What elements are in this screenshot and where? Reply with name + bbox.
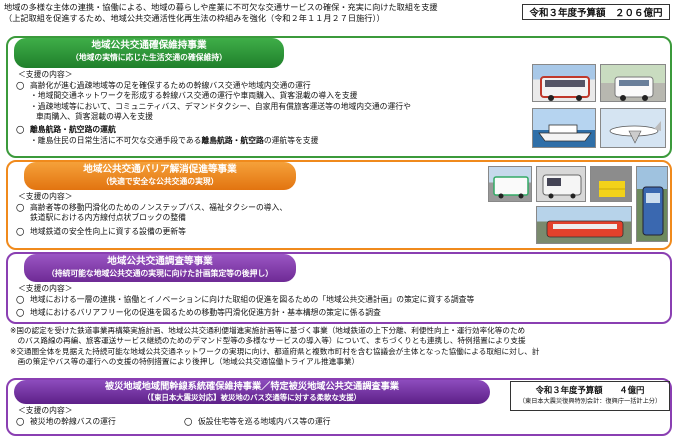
- bottom-budget-note: （東日本大震災復興特別会計：復興庁一括計上分）: [518, 398, 662, 405]
- note-line: のバス路線の再編、旅客運送サービス継続のためのデマンド型等の多様なサービスの導入…: [10, 336, 526, 346]
- bullet-circle-icon: 〇: [16, 202, 25, 213]
- s3-bullet-2: 地域におけるバリアフリー化の促進を図るための移動等円滑化促進方針・基本構想の策定…: [30, 308, 381, 318]
- section-2-title: 地域公共交通バリア解消促進等事業: [83, 164, 237, 175]
- bullet-circle-icon: 〇: [16, 124, 25, 135]
- section-2-subtitle: （快適で安全な公共交通の実現）: [101, 177, 219, 186]
- bottom-item-2: 仮設住宅等を巡る地域内バス等の運行: [198, 416, 331, 426]
- tactile-block-photo-icon: [590, 166, 632, 202]
- welfare-taxi-photo-icon: [536, 166, 586, 202]
- airplane-photo-icon: [600, 108, 666, 148]
- intro-line-2: （上記取組を促進するため、地域公共交通活性化再生法の枠組みを強化（令和２年１１月…: [4, 13, 385, 23]
- notes: ※国の認定を受けた鉄道事業再構築実施計画、地域公共交通利便増進実施計画等に基づく…: [10, 326, 674, 368]
- section-1-title: 地域公共交通確保維持事業: [91, 40, 207, 51]
- section-3-subtitle: （持続可能な地域公共交通の実現に向けた計画策定等の後押し）: [46, 269, 274, 278]
- bottom-budget: 令和３年度予算額 ４億円: [535, 385, 645, 395]
- section-3-title: 地域公共交通調査等事業: [107, 256, 213, 267]
- support-label: ＜支援の内容＞: [18, 70, 73, 79]
- bottom-budget-box: 令和３年度予算額 ４億円 （東日本大震災復興特別会計：復興庁一括計上分）: [510, 381, 670, 411]
- note-line: ※国の認定を受けた鉄道事業再構築実施計画、地域公共交通利便増進実施計画等に基づく…: [10, 326, 526, 335]
- nonstep-bus-photo-icon: [488, 166, 532, 202]
- local-railway-photo-icon: [636, 166, 668, 242]
- section-3-content: ＜支援の内容＞ 〇地域における一層の連携・協働とイノベーションに向けた取組の促進…: [16, 284, 474, 319]
- s3-bullet-1: 地域における一層の連携・協働とイノベーションに向けた取組の促進を図るための「地域…: [30, 294, 475, 304]
- s1-sub-3-post: の運航等を支援: [263, 135, 319, 145]
- intro-text: 地域の多様な主体の連携・協働による、地域の暮らしや産業に不可欠な交通サービスの確…: [4, 2, 504, 24]
- bullet-circle-icon: 〇: [16, 294, 25, 305]
- demand-taxi-photo-icon: [600, 64, 666, 102]
- bottom-subtitle: （【東日本大震災対応】被災地のバス交通等に対する柔軟な支援）: [142, 393, 362, 402]
- s1-sub-2: ・過疎地域等において、コミュニティバス、デマンドタクシー、自家用有償旅客運送等の…: [30, 101, 411, 111]
- s1-sub-3-bold: 離島航路・航空路: [201, 135, 264, 145]
- note-line: ※交通圏全体を見据えた持続可能な地域公共交通ネットワークの実現に向け、都道府県と…: [10, 346, 540, 356]
- budget-box: 令和３年度予算額 ２０６億円: [522, 4, 670, 20]
- local-railway-photo-icon: [536, 206, 632, 244]
- section-3-header: 地域公共交通調査等事業 （持続可能な地域公共交通の実現に向けた計画策定等の後押し…: [24, 254, 296, 282]
- bullet-circle-icon: 〇: [16, 416, 25, 427]
- bottom-content: ＜支援の内容＞ 〇被災地の幹線バスの運行 〇仮設住宅等を巡る地域内バス等の運行: [16, 406, 331, 427]
- s1-sub-1: ・地域間交通ネットワークを形成する幹線バス交通の運行や車両購入、貨客混載の導入を…: [30, 91, 358, 101]
- bottom-item-1: 被災地の幹線バスの運行: [30, 416, 116, 426]
- s1-bullet-1: 高齢化が進む過疎地域等の足を確保するための幹線バス交通や地域内交通の運行: [30, 80, 311, 90]
- section-1-header: 地域公共交通確保維持事業 （地域の実情に応じた生活交通の確保維持）: [14, 38, 284, 68]
- s1-sub-3-pre: ・離島住民の日常生活に不可欠な交通手段である: [30, 135, 202, 145]
- section-2-content: ＜支援の内容＞ 〇高齢者等の移動円滑化のためのノンステップバス、福祉タクシーの導…: [16, 192, 287, 237]
- note-line: 画の策定やバス等の運行への支援の特例措置により後押し（地域公共交通協働トライアル…: [10, 357, 360, 367]
- section-1-content: ＜支援の内容＞ 〇高齢化が進む過疎地域等の足を確保するための幹線バス交通や地域内…: [16, 70, 411, 146]
- s2-bullet-1b: 鉄道駅における内方線付点状ブロックの整備: [30, 213, 186, 223]
- s1-sub-3: ・離島住民の日常生活に不可欠な交通手段である離島航路・航空路の運航等を支援: [16, 136, 411, 147]
- ferry-photo-icon: [532, 108, 596, 148]
- bottom-header: 被災地域地域間幹線系統確保維持事業／特定被災地域公共交通調査事業 （【東日本大震…: [14, 380, 490, 404]
- bullet-circle-icon: 〇: [16, 80, 25, 91]
- section-2-header: 地域公共交通バリア解消促進等事業 （快適で安全な公共交通の実現）: [24, 162, 296, 190]
- bottom-title: 被災地域地域間幹線系統確保維持事業／特定被災地域公共交通調査事業: [105, 381, 399, 392]
- s1-sub-2b: 車両購入、貨客混載の導入を支援: [36, 112, 153, 122]
- section-1-subtitle: （地域の実情に応じた生活交通の確保維持）: [71, 53, 227, 62]
- bullet-circle-icon: 〇: [184, 416, 193, 427]
- s2-bullet-2: 地域鉄道の安全性向上に資する設備の更新等: [30, 226, 186, 236]
- s1-bullet-2: 離島航路・航空路の運航: [30, 124, 116, 134]
- support-label: ＜支援の内容＞: [18, 284, 73, 293]
- bullet-circle-icon: 〇: [16, 226, 25, 237]
- bullet-circle-icon: 〇: [16, 308, 25, 319]
- bus-photo-icon: [532, 64, 596, 102]
- s2-bullet-1: 高齢者等の移動円滑化のためのノンステップバス、福祉タクシーの導入、: [30, 202, 288, 212]
- support-label: ＜支援の内容＞: [18, 406, 73, 415]
- intro-line-1: 地域の多様な主体の連携・協働による、地域の暮らしや産業に不可欠な交通サービスの確…: [4, 2, 438, 12]
- support-label: ＜支援の内容＞: [18, 192, 73, 201]
